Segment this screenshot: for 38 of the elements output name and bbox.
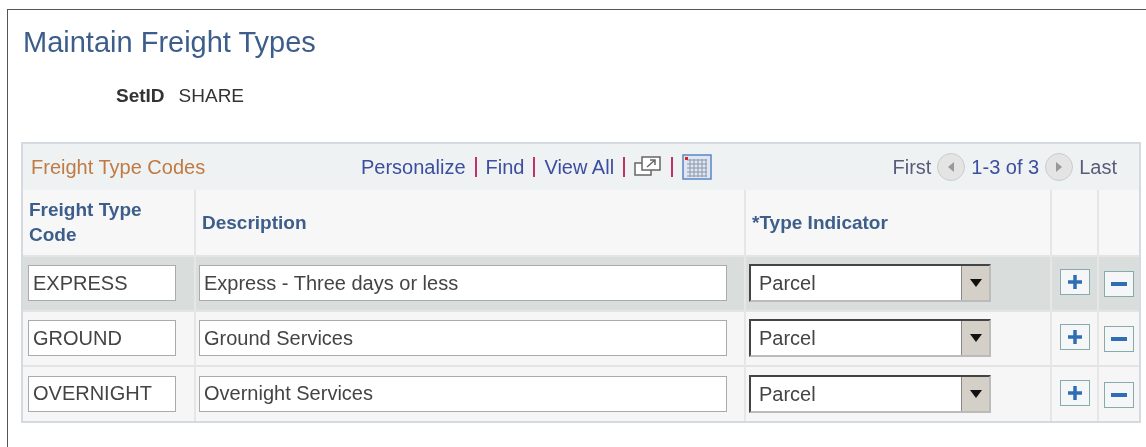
grid-link[interactable]: Personalize [361, 151, 466, 182]
delete-row-button[interactable] [1104, 271, 1134, 297]
description-field[interactable]: Ground Services [199, 320, 727, 356]
column-header: Freight Type Code [23, 189, 195, 256]
type-dropdown[interactable]: Parcel [749, 319, 991, 357]
page-range: 1-3 of 3 [971, 154, 1040, 180]
previous-button[interactable] [937, 152, 966, 181]
plus-icon [1066, 274, 1083, 290]
setid-label: SetID [116, 84, 165, 108]
add-row-button[interactable] [1059, 379, 1090, 406]
delete-row-button[interactable] [1104, 381, 1134, 408]
new-window-icon[interactable] [634, 155, 663, 178]
description-field[interactable]: Overnight Services [199, 375, 727, 412]
grid-title: Freight Type Codes [31, 154, 207, 180]
plus-icon [1066, 329, 1083, 345]
code-field[interactable]: OVERNIGHT [28, 375, 176, 412]
type-dropdown[interactable]: Parcel [749, 374, 991, 413]
delete-row-button[interactable] [1104, 326, 1134, 352]
minus-icon [1111, 337, 1127, 341]
first-link[interactable]: First [892, 151, 932, 182]
column-header: Description [195, 189, 745, 256]
page-title: Maintain Freight Types [23, 25, 317, 60]
next-button[interactable] [1045, 152, 1074, 181]
column-header: *Type Indicator [745, 189, 1051, 256]
left-arrow-icon [946, 160, 957, 173]
last-link[interactable]: Last [1079, 151, 1117, 182]
add-row-button[interactable] [1059, 269, 1090, 295]
plus-icon [1066, 384, 1083, 401]
grid-link[interactable]: Find [485, 151, 525, 182]
code-field[interactable]: EXPRESS [28, 265, 176, 301]
type-dropdown[interactable]: Parcel [749, 264, 991, 302]
minus-icon [1111, 392, 1127, 397]
add-row-button[interactable] [1059, 324, 1090, 350]
code-field[interactable]: GROUND [28, 320, 176, 356]
minus-icon [1111, 282, 1127, 286]
grid-link[interactable]: View All [544, 151, 615, 182]
setid-value: SHARE [178, 84, 245, 108]
description-field[interactable]: Express - Three days or less [199, 265, 727, 301]
